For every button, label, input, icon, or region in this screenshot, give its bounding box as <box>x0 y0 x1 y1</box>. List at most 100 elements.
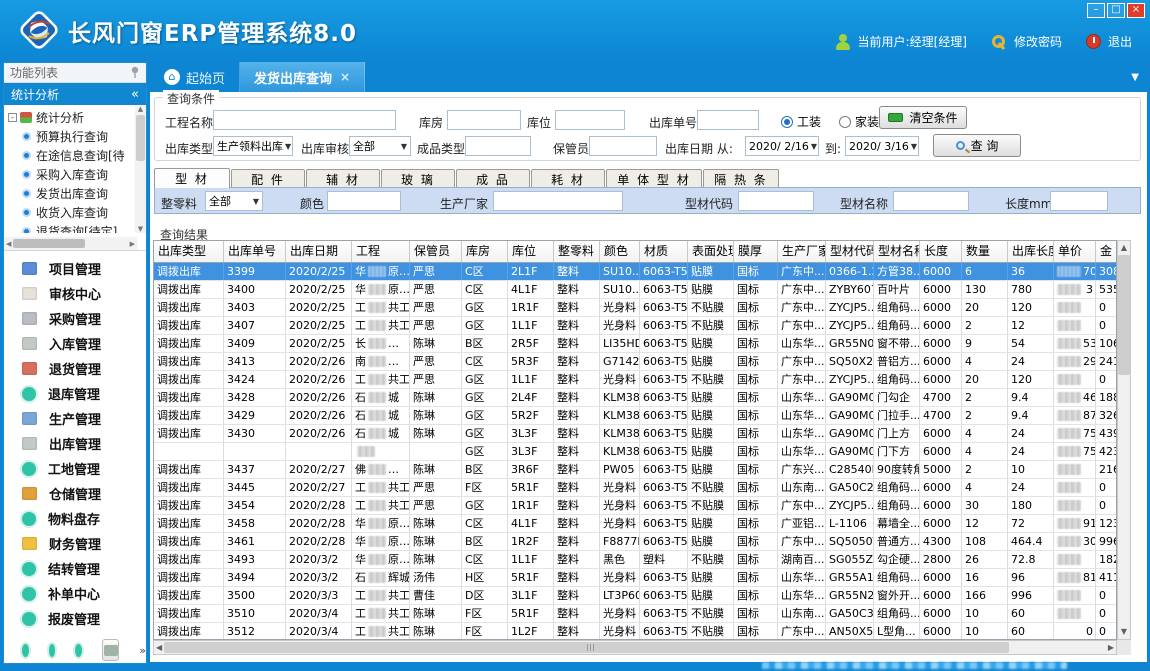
table-row[interactable]: 调拨出库34032020/2/25工共工程严思G区1R1F整料光身料6063-T… <box>154 299 1116 317</box>
column-header[interactable]: 整零料 <box>554 241 600 262</box>
column-header[interactable]: 单价 <box>1054 241 1096 262</box>
column-header[interactable]: 材质 <box>640 241 688 262</box>
cart-module-button[interactable] <box>102 639 119 661</box>
table-row[interactable]: 调拨出库34072020/2/25工共工程严思G区1L1F整料光身料6063-T… <box>154 317 1116 335</box>
manufacturer-input[interactable] <box>493 191 623 211</box>
sidebar-item[interactable]: 物料盘存 <box>4 506 146 531</box>
sidebar-item[interactable]: 退货管理 <box>4 356 146 381</box>
sidebar-item[interactable]: 仓储管理 <box>4 481 146 506</box>
table-row[interactable]: 调拨出库34942020/3/2石辉城汤伟H区5R1F整料光身料6063-T5贴… <box>154 569 1116 587</box>
sidebar-item[interactable]: 结转管理 <box>4 556 146 581</box>
table-row[interactable]: 调拨出库35122020/3/4工共工程陈琳F区1L2F整料光身料6063-T5… <box>154 623 1116 640</box>
tree-item[interactable]: 收货入库查询 <box>8 203 146 222</box>
scroll-left-icon[interactable]: ◀ <box>156 643 162 652</box>
column-header[interactable]: 生产厂家 <box>778 241 826 262</box>
collapse-icon[interactable]: « <box>131 87 139 102</box>
expand-icon[interactable]: - <box>8 113 17 122</box>
sidebar-item[interactable]: 退库管理 <box>4 381 146 406</box>
module-dot-icon[interactable] <box>22 644 29 657</box>
section-header-stats[interactable]: 统计分析 « <box>4 83 146 105</box>
date-to-select[interactable]: 2020/ 3/16▼ <box>845 136 919 156</box>
column-header[interactable]: 长度 <box>920 241 962 262</box>
scroll-right-icon[interactable]: ▶ <box>1108 643 1114 652</box>
warehouse-input[interactable] <box>447 110 521 130</box>
column-header[interactable]: 出库单号 <box>224 241 286 262</box>
column-header[interactable]: 颜色 <box>600 241 640 262</box>
length-input[interactable] <box>1050 191 1108 211</box>
column-header[interactable]: 库房 <box>462 241 508 262</box>
sidebar-item[interactable]: 入库管理 <box>4 331 146 356</box>
change-password-link[interactable]: 修改密码 <box>1014 33 1062 50</box>
table-row[interactable]: 调拨出库34092020/2/25长…陈琳B区2R5F整料LI35HD6063-… <box>154 335 1116 353</box>
table-row[interactable]: 调拨出库33992020/2/25华原…严思C区2L1F整料SU10...606… <box>154 263 1116 281</box>
scrollbar-thumb[interactable] <box>136 115 145 161</box>
logout-link[interactable]: 退出 <box>1108 33 1132 50</box>
color-input[interactable] <box>327 191 401 211</box>
column-header[interactable]: 保管员 <box>410 241 462 262</box>
audit-select[interactable]: 全部▼ <box>349 136 411 156</box>
profile-name-input[interactable] <box>893 191 969 211</box>
material-tab[interactable]: 型 材 <box>154 168 230 188</box>
table-row[interactable]: 调拨出库34302020/2/26石城陈琳G区3L3F整料KLM38176063… <box>154 425 1116 443</box>
module-dot-icon[interactable] <box>75 644 82 657</box>
module-dot-icon[interactable] <box>49 644 56 657</box>
scroll-up-icon[interactable]: ▲ <box>138 105 143 113</box>
location-input[interactable] <box>555 110 625 130</box>
product-type-input[interactable] <box>465 136 531 156</box>
column-header[interactable]: 数量 <box>962 241 1008 262</box>
tree-root-stats[interactable]: -统计分析 <box>8 108 146 127</box>
clear-conditions-button[interactable]: 清空条件 <box>879 106 967 129</box>
material-tab[interactable]: 隔 热 条 <box>703 169 779 188</box>
table-row[interactable]: 调拨出库34292020/2/26石城陈琳G区5R2F整料KLM38176063… <box>154 407 1116 425</box>
table-row[interactable]: 调拨出库34282020/2/26石城陈琳G区2L4F整料KLM38176063… <box>154 389 1116 407</box>
column-header[interactable]: 出库日期 <box>286 241 352 262</box>
table-row[interactable]: 调拨出库34242020/2/26工共工程严思G区1L1F整料光身料6063-T… <box>154 371 1116 389</box>
date-from-select[interactable]: 2020/ 2/16▼ <box>745 136 819 156</box>
order-no-input[interactable] <box>697 110 759 130</box>
tab-close-icon[interactable]: × <box>340 70 350 84</box>
radio-jiazhuang[interactable]: 家装 <box>839 113 879 130</box>
more-modules-chevron[interactable]: » <box>139 646 146 655</box>
tree-item[interactable]: 在途信息查询[待 <box>8 146 146 165</box>
column-header[interactable]: 型材代码 <box>826 241 874 262</box>
tab-start-page[interactable]: ⌂起始页 <box>150 62 240 92</box>
scroll-left-icon[interactable]: ◀ <box>6 240 11 248</box>
out-type-select[interactable]: 生产领料出库▼ <box>213 136 293 156</box>
sidebar-item[interactable]: 项目管理 <box>4 256 146 281</box>
table-row[interactable]: 调拨出库34132020/2/26南…严思C区5R3F整料G714226063-… <box>154 353 1116 371</box>
maximize-button[interactable]: □ <box>1107 3 1125 18</box>
tree-item[interactable]: 预算执行查询 <box>8 127 146 146</box>
table-horizontal-scrollbar[interactable]: ◀ ▶ <box>153 640 1117 655</box>
scrollbar-thumb[interactable] <box>1118 255 1130 375</box>
column-header[interactable]: 表面处理 <box>688 241 734 262</box>
tree-item[interactable]: 发货出库查询 <box>8 184 146 203</box>
sidebar-item[interactable]: 财务管理 <box>4 531 146 556</box>
table-row[interactable]: 调拨出库34932020/3/2华原…陈琳C区1L1F整料黑色塑料不贴膜国标湖南… <box>154 551 1116 569</box>
table-row[interactable]: 调拨出库34372020/2/27佛…陈琳B区3R6F整料PW056063-T5… <box>154 461 1116 479</box>
tab-list-caret-icon[interactable]: ▼ <box>1131 72 1139 83</box>
project-name-input[interactable] <box>213 110 396 130</box>
material-tab[interactable]: 成 品 <box>456 169 530 188</box>
tree-item[interactable]: 采购入库查询 <box>8 165 146 184</box>
scroll-right-icon[interactable]: ▶ <box>130 240 135 248</box>
column-header[interactable]: 出库长度 <box>1008 241 1054 262</box>
scrollbar-thumb[interactable] <box>13 239 85 248</box>
sidebar-item[interactable]: 采购管理 <box>4 306 146 331</box>
material-tab[interactable]: 耗 材 <box>531 169 605 188</box>
tab-shipment-outbound-query[interactable]: 发货出库查询× <box>240 62 365 92</box>
column-header[interactable]: 库位 <box>508 241 554 262</box>
tree-item[interactable]: 退货查询[待定] <box>8 222 146 233</box>
radio-gongzhuang[interactable]: 工装 <box>781 113 821 130</box>
table-row[interactable]: 调拨出库35102020/3/4工共工程陈琳F区5R1F整料光身料6063-T5… <box>154 605 1116 623</box>
scroll-down-icon[interactable]: ▼ <box>1121 625 1127 639</box>
material-tab[interactable]: 单 体 型 材 <box>606 169 702 188</box>
zl-select[interactable]: 全部▼ <box>205 191 263 211</box>
table-row[interactable]: 调拨出库34612020/2/28华原…陈琳B区1R2F整料F8877FT606… <box>154 533 1116 551</box>
table-row[interactable]: 调拨出库34542020/2/28工共工程严思G区1R1F整料光身料6063-T… <box>154 497 1116 515</box>
sidebar-item[interactable]: 审核中心 <box>4 281 146 306</box>
table-row[interactable]: 调拨出库34582020/2/28华原…陈琳C区4L1F整料光身料6063-T5… <box>154 515 1116 533</box>
column-header[interactable]: 出库类型 <box>154 241 224 262</box>
scrollbar-thumb[interactable] <box>164 642 1009 653</box>
sidebar-item[interactable]: 补单中心 <box>4 581 146 606</box>
tree-horizontal-scrollbar[interactable]: ◀ ▶ <box>4 237 137 250</box>
